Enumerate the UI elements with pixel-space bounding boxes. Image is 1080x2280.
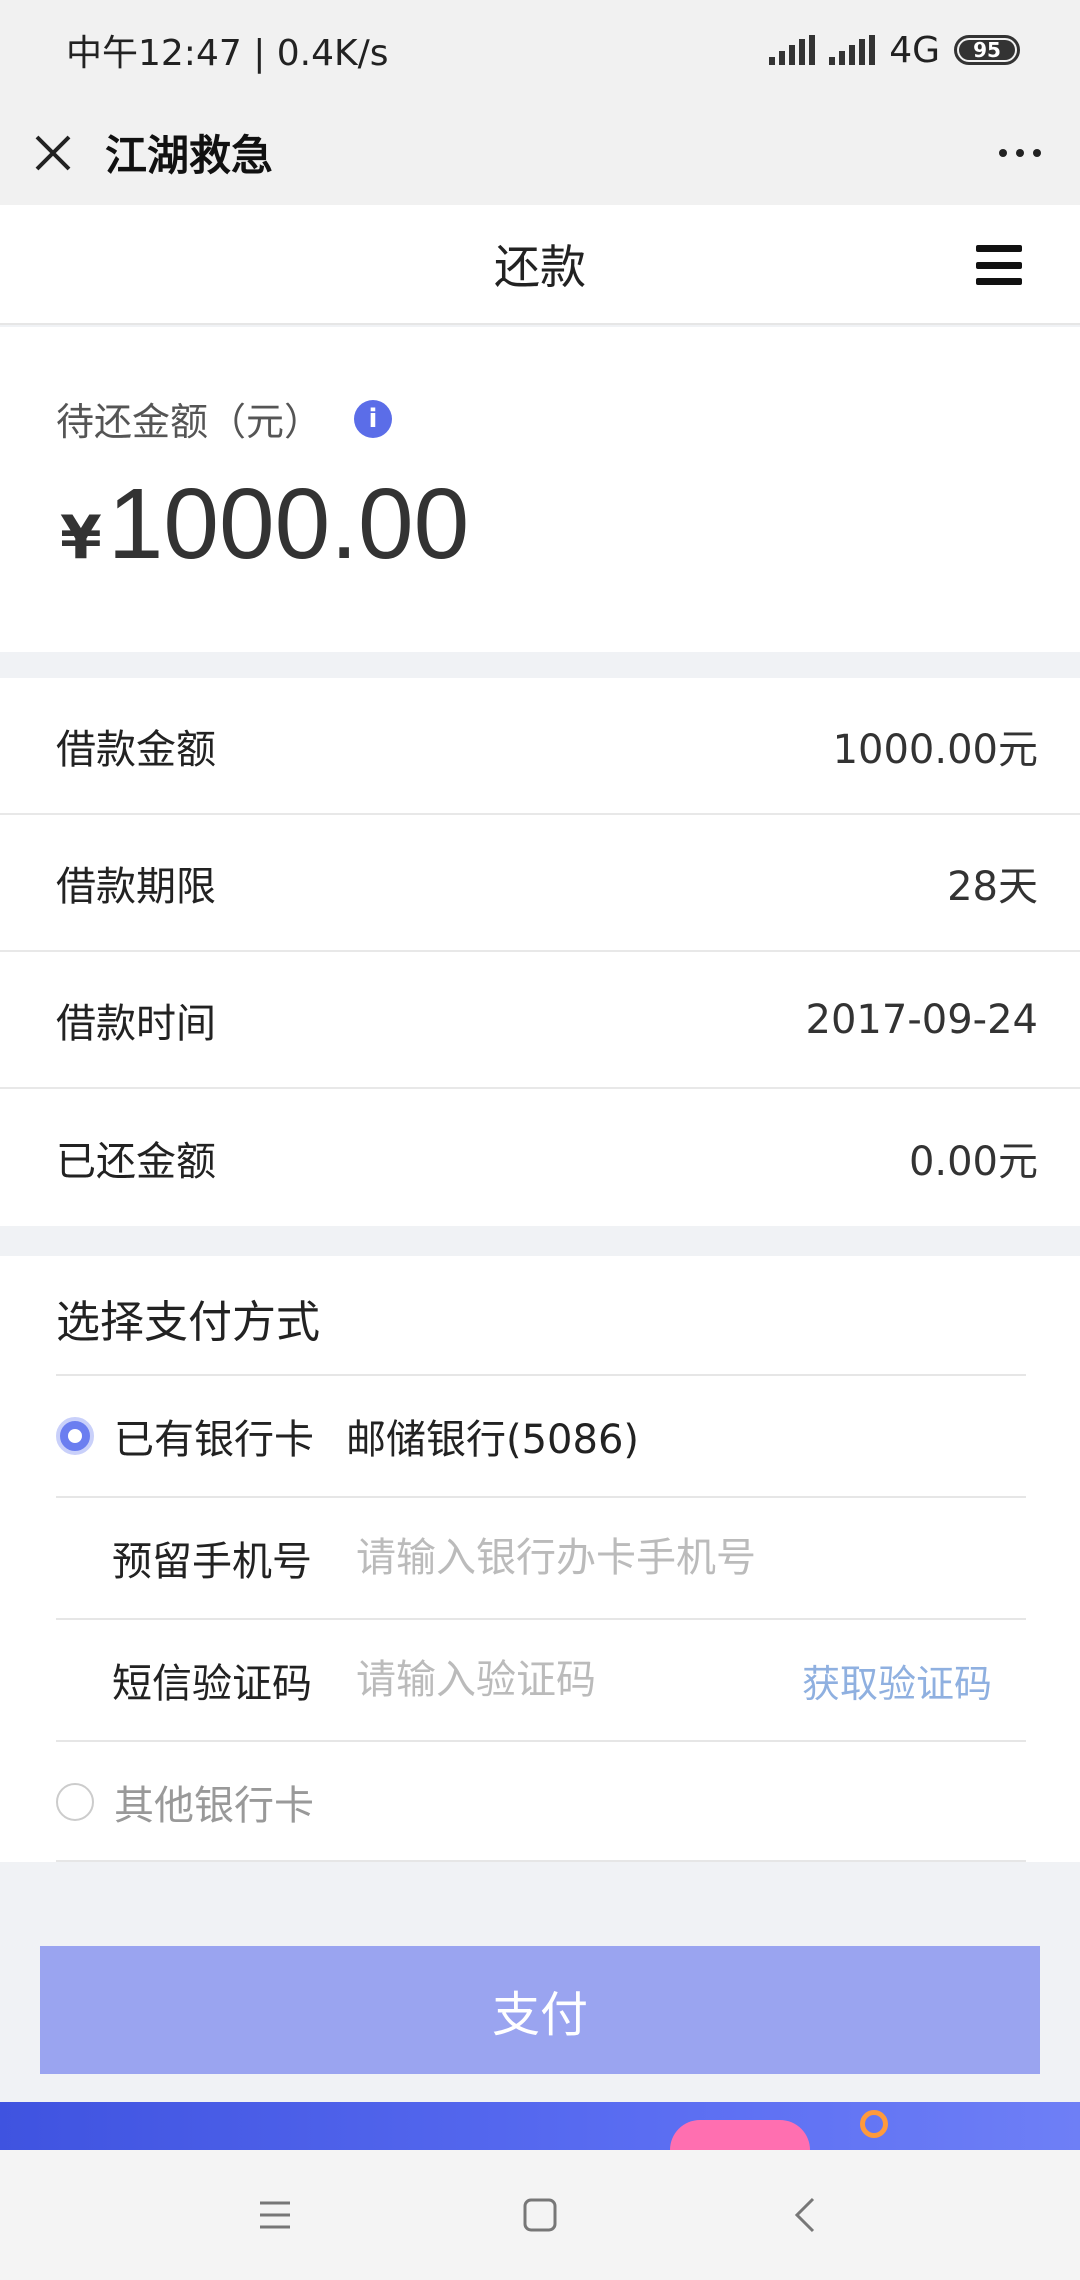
page-header: 还款 bbox=[0, 205, 1080, 325]
recent-apps-button[interactable] bbox=[245, 2185, 305, 2245]
pay-button[interactable]: 支付 bbox=[40, 1946, 1040, 2074]
detail-label: 借款时间 bbox=[56, 1000, 216, 1047]
status-bar: 中午12:47 | 0.4K/s 4G 95 bbox=[0, 0, 1080, 100]
network-type: 4G bbox=[889, 29, 940, 71]
amount-due-label: 待还金额（元） bbox=[56, 400, 323, 444]
menu-bar-icon bbox=[976, 278, 1022, 285]
status-icons: 4G 95 bbox=[769, 30, 1020, 71]
payment-method-section: 选择支付方式 已有银行卡 邮储银行(5086) 预留手机号 短信验证码 获取验证… bbox=[0, 1256, 1080, 1862]
phone-input[interactable] bbox=[356, 1535, 796, 1581]
existing-card-option[interactable]: 已有银行卡 邮储银行(5086) bbox=[56, 1376, 1026, 1496]
sms-code-row: 短信验证码 获取验证码 bbox=[56, 1620, 1026, 1740]
banner-decoration bbox=[670, 2120, 810, 2150]
other-card-label: 其他银行卡 bbox=[114, 1783, 314, 1829]
phone-row: 预留手机号 bbox=[56, 1498, 1026, 1618]
signal-icon bbox=[769, 35, 816, 65]
more-dot-icon bbox=[1033, 148, 1041, 157]
existing-card-label: 已有银行卡 bbox=[114, 1417, 314, 1463]
bank-card-name: 邮储银行(5086) bbox=[346, 1417, 640, 1463]
detail-value: 28天 bbox=[947, 863, 1038, 910]
detail-row: 借款时间 2017-09-24 bbox=[0, 952, 1080, 1089]
banner-decoration bbox=[860, 2110, 888, 2138]
detail-row: 借款金额 1000.00元 bbox=[0, 678, 1080, 815]
sms-code-label: 短信验证码 bbox=[112, 1661, 312, 1707]
system-navigation-bar bbox=[0, 2150, 1080, 2280]
more-dot-icon bbox=[999, 148, 1007, 157]
menu-button[interactable] bbox=[976, 245, 1022, 285]
status-time-speed: 中午12:47 | 0.4K/s bbox=[66, 33, 389, 74]
detail-row: 借款期限 28天 bbox=[0, 815, 1080, 952]
currency-symbol: ¥ bbox=[60, 503, 102, 573]
back-chevron-icon bbox=[794, 2197, 815, 2233]
nav-title: 江湖救急 bbox=[105, 131, 274, 180]
phone-label: 预留手机号 bbox=[112, 1539, 312, 1585]
detail-label: 借款金额 bbox=[56, 726, 216, 773]
promo-banner[interactable] bbox=[0, 2102, 1080, 2150]
home-button[interactable] bbox=[510, 2185, 570, 2245]
menu-bar-icon bbox=[976, 261, 1022, 269]
loan-details: 借款金额 1000.00元 借款期限 28天 借款时间 2017-09-24 已… bbox=[0, 678, 1080, 1226]
nav-bar: 江湖救急 bbox=[0, 100, 1080, 205]
amount-due-section: 待还金额（元） i ¥ 1000.00 bbox=[0, 327, 1080, 652]
radio-unselected-icon[interactable] bbox=[56, 1783, 94, 1821]
get-sms-code-button[interactable]: 获取验证码 bbox=[802, 1653, 992, 1708]
detail-label: 已还金额 bbox=[56, 1138, 216, 1185]
close-button[interactable] bbox=[0, 100, 105, 205]
sms-code-input[interactable] bbox=[356, 1657, 656, 1703]
divider bbox=[56, 1860, 1026, 1862]
info-icon[interactable]: i bbox=[354, 399, 393, 438]
detail-value: 2017-09-24 bbox=[805, 996, 1038, 1043]
hd-signal-icon bbox=[829, 35, 876, 65]
battery-icon: 95 bbox=[954, 35, 1020, 65]
more-button[interactable] bbox=[960, 100, 1080, 205]
home-square-icon bbox=[523, 2198, 557, 2232]
menu-bar-icon bbox=[976, 245, 1022, 252]
payment-method-title: 选择支付方式 bbox=[56, 1297, 320, 1348]
detail-value: 0.00元 bbox=[908, 1138, 1038, 1185]
battery-level: 95 bbox=[959, 38, 1015, 62]
amount-due-value: ¥ 1000.00 bbox=[60, 467, 469, 582]
other-card-option[interactable]: 其他银行卡 bbox=[56, 1742, 1026, 1862]
page-title: 还款 bbox=[494, 240, 586, 294]
detail-value: 1000.00元 bbox=[832, 726, 1038, 773]
amount-due-label-row: 待还金额（元） i bbox=[56, 391, 393, 446]
close-icon bbox=[35, 135, 70, 170]
radio-selected-icon[interactable] bbox=[56, 1417, 94, 1455]
amount-due-number: 1000.00 bbox=[107, 468, 470, 580]
back-button[interactable] bbox=[775, 2185, 835, 2245]
more-dot-icon bbox=[1016, 148, 1024, 157]
detail-label: 借款期限 bbox=[56, 863, 216, 910]
menu-icon bbox=[260, 2201, 290, 2229]
detail-row: 已还金额 0.00元 bbox=[0, 1089, 1080, 1226]
